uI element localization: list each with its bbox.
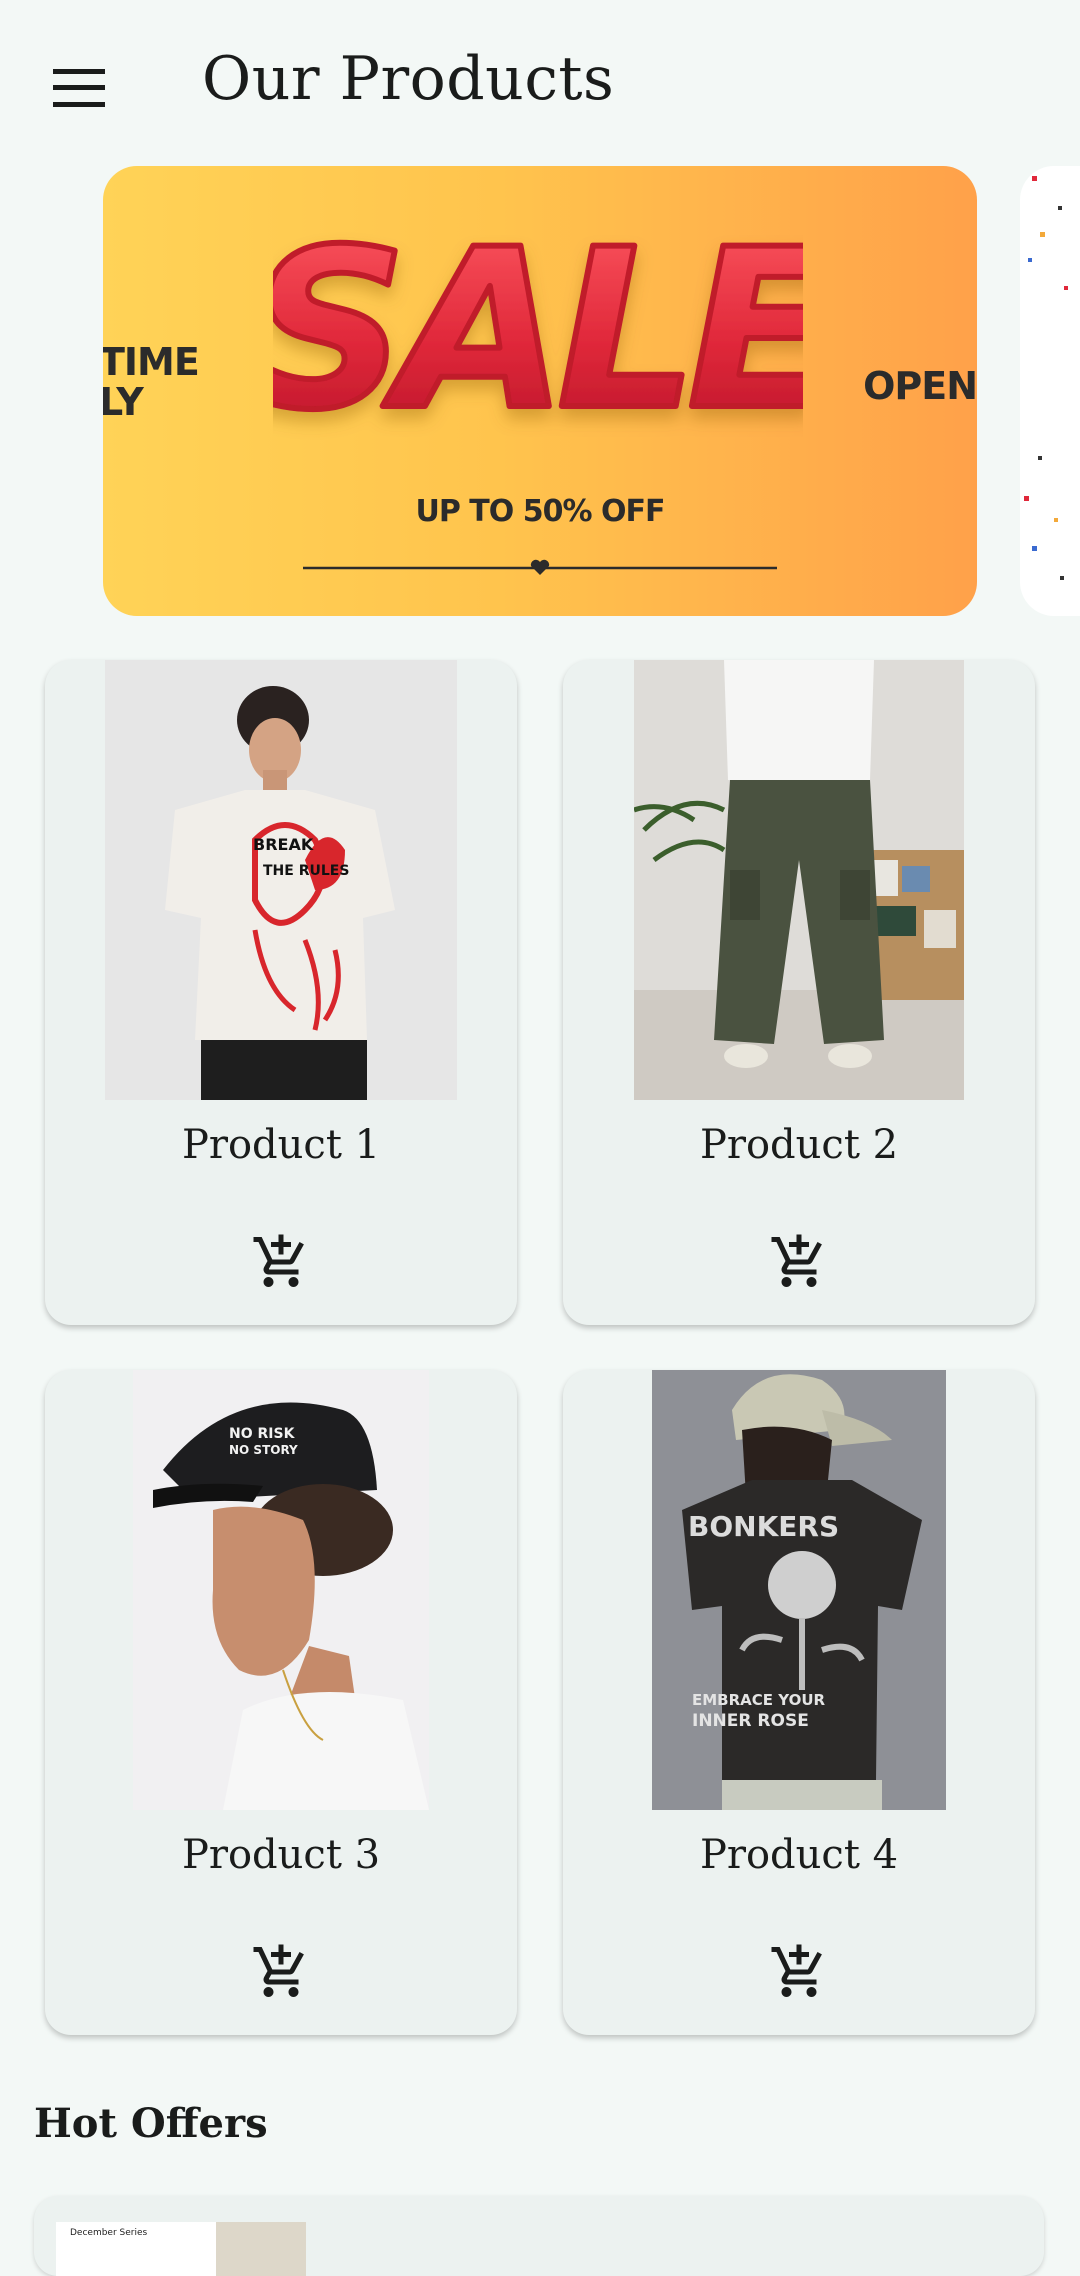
confetti-decoration <box>1024 176 1068 580</box>
svg-text:BONKERS: BONKERS <box>688 1510 839 1543</box>
hamburger-menu-icon <box>53 69 105 107</box>
add-shopping-cart-icon <box>253 1944 304 1997</box>
add-to-cart-button[interactable] <box>759 1222 839 1302</box>
add-to-cart-button[interactable] <box>241 1932 321 2012</box>
product-card-4[interactable]: BONKERS EMBRACE YOUR INNER ROSE Product … <box>563 1370 1035 2035</box>
banner-right-text: OPEN <box>863 364 977 408</box>
menu-button[interactable] <box>34 50 124 126</box>
hot-offers-heading: Hot Offers <box>34 2100 268 2147</box>
sale-headline-text: SALE <box>273 206 803 456</box>
add-shopping-cart-icon <box>771 1234 822 1287</box>
svg-text:BREAK: BREAK <box>253 835 314 854</box>
product-card-3[interactable]: NO RISK NO STORY Product 3 <box>45 1370 517 2035</box>
heart-divider-icon <box>303 559 777 575</box>
product-name: Product 2 <box>699 1122 899 1168</box>
add-shopping-cart-icon <box>771 1944 822 1997</box>
next-banner-preview[interactable] <box>1020 166 1080 616</box>
product-image-1: BREAK THE RULES <box>105 660 457 1100</box>
product-name: Product 3 <box>181 1832 381 1878</box>
product-image-4: BONKERS EMBRACE YOUR INNER ROSE <box>652 1370 946 1810</box>
product-image-3: NO RISK NO STORY <box>133 1370 429 1810</box>
banner-carousel[interactable]: TIME LY SALE OPEN UP TO 50% OFF <box>0 166 1080 616</box>
offer-thumbnail: December Series <box>56 2222 306 2276</box>
banner-subtitle: UP TO 50% OFF <box>415 494 666 529</box>
page-title: Our Products <box>202 44 615 114</box>
svg-text:INNER ROSE: INNER ROSE <box>692 1711 809 1731</box>
offer-thumbnail-text: December Series <box>70 2228 148 2238</box>
product-card-1[interactable]: BREAK THE RULES Product 1 <box>45 660 517 1325</box>
add-to-cart-button[interactable] <box>241 1222 321 1302</box>
product-name: Product 4 <box>699 1832 899 1878</box>
product-card-2[interactable]: Product 2 <box>563 660 1035 1325</box>
product-name: Product 1 <box>181 1122 381 1168</box>
top-app-bar: Our Products <box>0 0 1080 160</box>
product-image-2 <box>634 660 964 1100</box>
offer-card[interactable]: December Series <box>34 2196 1044 2276</box>
svg-text:THE RULES: THE RULES <box>263 863 349 879</box>
sale-headline-graphic: SALE <box>273 206 803 456</box>
banner-left-text: TIME LY <box>103 340 200 424</box>
svg-text:NO STORY: NO STORY <box>229 1443 298 1457</box>
svg-text:NO RISK: NO RISK <box>229 1426 296 1442</box>
offer-thumbnail-photo <box>216 2222 306 2276</box>
sale-banner[interactable]: TIME LY SALE OPEN UP TO 50% OFF <box>103 166 977 616</box>
add-shopping-cart-icon <box>253 1234 304 1287</box>
add-to-cart-button[interactable] <box>759 1932 839 2012</box>
svg-text:EMBRACE YOUR: EMBRACE YOUR <box>692 1691 826 1709</box>
